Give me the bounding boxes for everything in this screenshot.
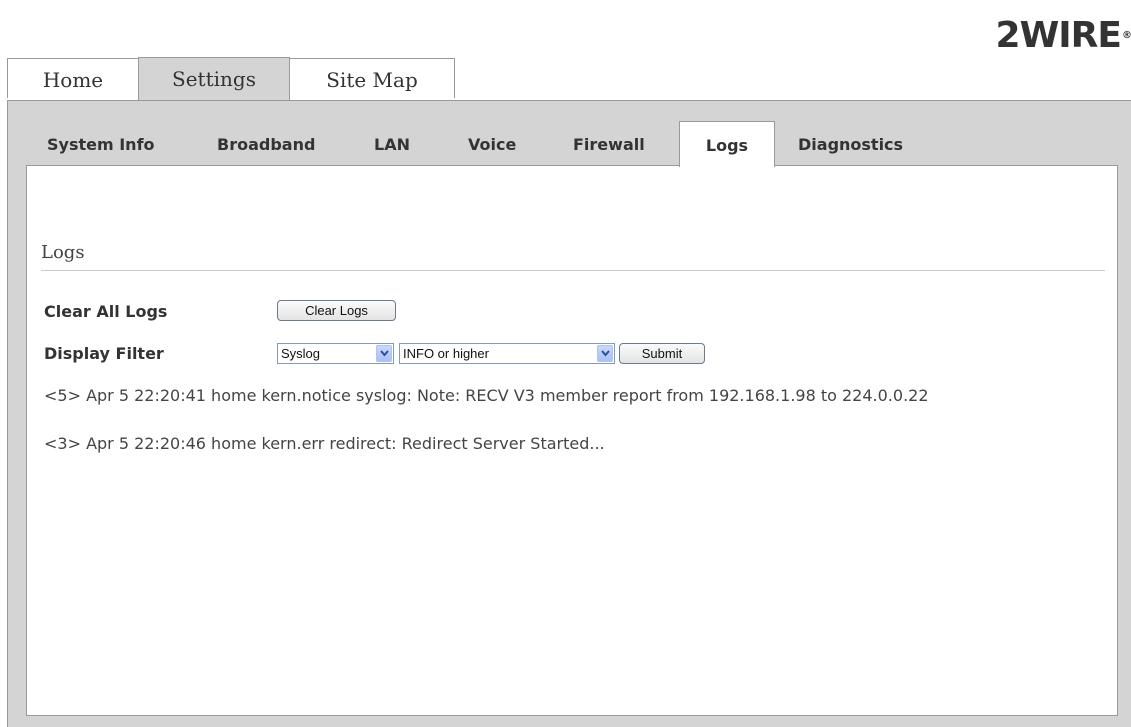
- subtab-broadband[interactable]: Broadband: [205, 121, 327, 165]
- clear-logs-button[interactable]: Clear Logs: [277, 300, 396, 321]
- display-filter-label: Display Filter: [44, 344, 164, 363]
- title-divider: [41, 270, 1105, 271]
- subtab-firewall[interactable]: Firewall: [561, 121, 657, 165]
- tab-site-map[interactable]: Site Map: [289, 58, 455, 98]
- log-entry: <3> Apr 5 22:20:46 home kern.err redirec…: [44, 434, 605, 453]
- settings-panel: System Info Broadband LAN Voice Firewall…: [7, 100, 1131, 727]
- registered-mark: ®: [1122, 30, 1131, 41]
- log-entry: <5> Apr 5 22:20:41 home kern.notice sysl…: [44, 386, 929, 405]
- subtab-lan[interactable]: LAN: [362, 121, 422, 165]
- tab-settings[interactable]: Settings: [138, 57, 290, 101]
- subtab-system-info[interactable]: System Info: [35, 121, 167, 165]
- subtab-voice[interactable]: Voice: [456, 121, 528, 165]
- clear-logs-label: Clear All Logs: [44, 302, 168, 321]
- 2wire-logo: 2WIRE®: [996, 18, 1131, 54]
- log-level-select[interactable]: INFO or higher: [399, 343, 615, 364]
- page-title: Logs: [41, 242, 85, 263]
- tab-home[interactable]: Home: [7, 58, 139, 98]
- chevron-down-icon: [376, 345, 392, 362]
- log-source-select[interactable]: Syslog: [277, 343, 394, 364]
- subtab-logs[interactable]: Logs: [679, 121, 775, 167]
- log-level-value: INFO or higher: [403, 346, 489, 361]
- logo-text: 2WIRE: [995, 15, 1122, 56]
- logs-content: Logs Clear All Logs Clear Logs Display F…: [26, 165, 1118, 716]
- submit-button[interactable]: Submit: [619, 343, 705, 364]
- chevron-down-icon: [597, 345, 613, 362]
- log-source-value: Syslog: [281, 346, 321, 361]
- subtab-diagnostics[interactable]: Diagnostics: [786, 121, 915, 165]
